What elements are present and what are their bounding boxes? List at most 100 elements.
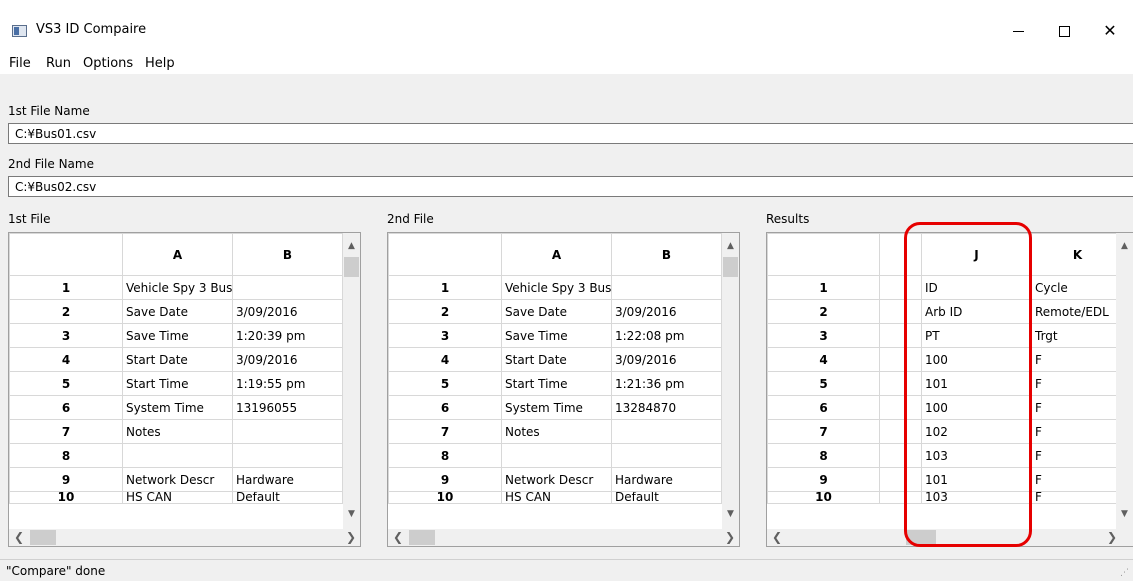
maximize-button[interactable] [1041,16,1087,46]
table-row[interactable]: 8 [9,443,360,468]
first-file-grid[interactable]: AB1Vehicle Spy 3 Bus Traffic File2Save D… [8,232,361,547]
first-grid-horizontal-scrollbar[interactable]: ❮ ❯ [9,529,360,546]
table-row[interactable]: 6 100 F [767,395,1124,420]
table-cell[interactable]: Start Time [501,371,612,396]
table-cell[interactable]: 101 [921,371,1032,396]
table-row[interactable]: 10HS CANDefaultHS [388,491,739,504]
table-cell[interactable]: Save Date [122,299,233,324]
table-row[interactable]: 10HS CANDefaultHS [9,491,360,504]
scroll-down-icon[interactable]: ▼ [343,509,360,531]
table-row[interactable]: 3 Save Time 1:20:39 pm [9,323,360,348]
column-header[interactable] [9,233,123,276]
table-cell[interactable]: HS CAN [501,491,612,504]
table-cell[interactable]: F [1031,395,1124,420]
table-row[interactable]: 4 Start Date 3/09/2016 [9,347,360,372]
table-row[interactable]: 8 [388,443,739,468]
scroll-thumb[interactable] [723,257,738,277]
table-cell[interactable]: Default [232,491,343,504]
table-cell[interactable]: 3/09/2016 [611,347,722,372]
table-cell[interactable]: F [1031,443,1124,468]
table-cell[interactable]: Default [611,491,722,504]
table-cell[interactable] [611,275,722,300]
table-cell[interactable]: Hardware [232,467,343,492]
table-cell[interactable]: Vehicle Spy 3 Bus Traffic File [122,275,233,300]
table-row[interactable]: 2 Save Date 3/09/2016 [388,299,739,324]
second-grid-horizontal-scrollbar[interactable]: ❮ ❯ [388,529,739,546]
table-cell[interactable]: 13196055 [232,395,343,420]
row-number-cell[interactable]: 5 [388,371,502,396]
table-cell[interactable]: Network Descr [501,467,612,492]
table-cell[interactable] [232,443,343,468]
table-cell[interactable]: F [1031,491,1124,504]
table-cell[interactable]: 1:21:36 pm [611,371,722,396]
table-cell[interactable]: PT [921,323,1032,348]
column-header[interactable]: A [122,233,233,276]
row-number-cell[interactable]: 2 [388,299,502,324]
table-cell[interactable]: F [1031,371,1124,396]
table-row[interactable]: 9 101 F [767,467,1124,492]
table-row[interactable]: 2 Arb ID Remote/EDL [767,299,1124,324]
row-number-cell[interactable]: 2 [9,299,123,324]
table-cell[interactable] [879,491,922,504]
row-number-cell[interactable]: 10 [9,491,123,504]
first-grid-vertical-scrollbar[interactable]: ▲ ▼ [343,233,360,531]
row-number-cell[interactable]: 4 [767,347,880,372]
table-cell[interactable] [232,275,343,300]
row-number-cell[interactable]: 9 [767,467,880,492]
scroll-right-icon[interactable]: ❯ [346,530,356,544]
row-number-cell[interactable]: 6 [388,395,502,420]
table-cell[interactable] [879,419,922,444]
table-row[interactable]: 9Network DescrHardwareNe [388,467,739,492]
scroll-up-icon[interactable]: ▲ [343,241,360,251]
scroll-down-icon[interactable]: ▼ [1116,509,1133,531]
second-grid-vertical-scrollbar[interactable]: ▲ ▼ [722,233,739,531]
row-number-cell[interactable]: 5 [9,371,123,396]
table-cell[interactable]: 100 [921,347,1032,372]
row-number-cell[interactable]: 3 [388,323,502,348]
first-file-input[interactable]: C:¥Bus01.csv [8,123,1133,144]
row-number-cell[interactable]: 7 [388,419,502,444]
table-cell[interactable]: System Time [122,395,233,420]
table-row[interactable]: 7 102 F [767,419,1124,444]
row-number-cell[interactable]: 8 [9,443,123,468]
table-cell[interactable] [879,467,922,492]
scroll-thumb[interactable] [906,530,936,545]
table-cell[interactable]: Start Date [501,347,612,372]
table-cell[interactable] [232,419,343,444]
scroll-right-icon[interactable]: ❯ [725,530,735,544]
table-cell[interactable] [501,443,612,468]
table-cell[interactable]: 1:19:55 pm [232,371,343,396]
table-cell[interactable]: 102 [921,419,1032,444]
table-cell[interactable] [879,443,922,468]
row-number-cell[interactable]: 3 [767,323,880,348]
table-cell[interactable]: Vehicle Spy 3 Bus Traffic File [501,275,612,300]
table-cell[interactable]: 13284870 [611,395,722,420]
table-cell[interactable]: Notes [122,419,233,444]
menu-run[interactable]: Run [46,56,71,71]
table-cell[interactable]: Cycle [1031,275,1124,300]
table-cell[interactable]: 100 [921,395,1032,420]
table-row[interactable]: 3 PT Trgt [767,323,1124,348]
table-cell[interactable]: Save Time [122,323,233,348]
table-cell[interactable]: Save Time [501,323,612,348]
table-cell[interactable]: Remote/EDL [1031,299,1124,324]
table-cell[interactable]: Trgt [1031,323,1124,348]
row-number-cell[interactable]: 3 [9,323,123,348]
table-row[interactable]: 7 Notes [9,419,360,444]
table-row[interactable]: 4 Start Date 3/09/2016 [388,347,739,372]
row-number-cell[interactable]: 1 [9,275,123,300]
table-row[interactable]: 5 101 F [767,371,1124,396]
table-cell[interactable]: 3/09/2016 [232,347,343,372]
results-grid-vertical-scrollbar[interactable]: ▲ ▼ [1116,233,1133,531]
table-cell[interactable]: F [1031,419,1124,444]
table-row[interactable]: 2 Save Date 3/09/2016 [9,299,360,324]
table-row[interactable]: 6 System Time 13196055 [9,395,360,420]
minimize-button[interactable] [995,16,1041,46]
table-row[interactable]: 9Network DescrHardwareNe [9,467,360,492]
scroll-left-icon[interactable]: ❮ [393,530,403,544]
column-header[interactable] [767,233,880,276]
table-cell[interactable] [879,395,922,420]
table-cell[interactable]: Save Date [501,299,612,324]
table-cell[interactable]: System Time [501,395,612,420]
table-cell[interactable]: 3/09/2016 [611,299,722,324]
